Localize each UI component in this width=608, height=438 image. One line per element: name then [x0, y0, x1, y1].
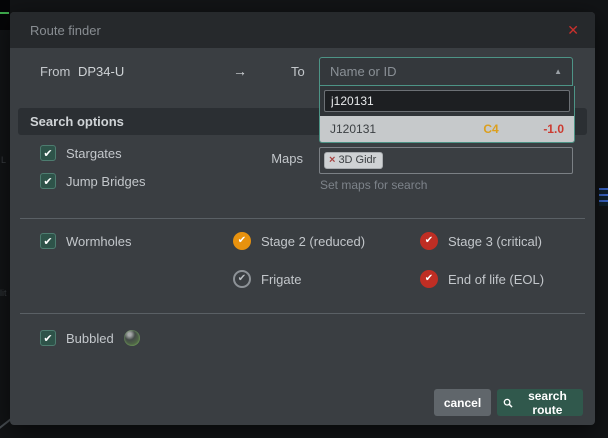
eol-option[interactable]: ✔ End of life (EOL): [420, 270, 544, 288]
map-tag: ×3D Gidr: [324, 152, 383, 169]
bubbled-option[interactable]: ✔ Bubbled: [40, 330, 140, 346]
from-label: From: [40, 64, 70, 79]
backdrop-text-fragment: L: [1, 155, 6, 165]
stargates-option[interactable]: ✔ Stargates: [40, 145, 122, 161]
stage2-label: Stage 2 (reduced): [261, 234, 365, 249]
eol-toggle-icon[interactable]: ✔: [420, 270, 438, 288]
route-finder-dialog: Route finder ✕ From DP34-U → To Name or …: [10, 12, 595, 425]
backdrop-blue-stripes: [599, 188, 608, 206]
maps-label: Maps: [250, 151, 303, 166]
to-system-select[interactable]: Name or ID ▲: [319, 57, 573, 86]
stargates-checkbox[interactable]: ✔: [40, 145, 56, 161]
frigate-label: Frigate: [261, 272, 301, 287]
stage2-option[interactable]: ✔ Stage 2 (reduced): [233, 232, 365, 250]
frigate-option[interactable]: ✔ Frigate: [233, 270, 301, 288]
close-icon[interactable]: ✕: [567, 23, 579, 37]
dialog-footer: cancel search route: [10, 389, 595, 416]
eol-label: End of life (EOL): [448, 272, 544, 287]
dropdown-search-wrap: [320, 86, 574, 116]
stargates-label: Stargates: [66, 146, 122, 161]
wormholes-label: Wormholes: [66, 234, 132, 249]
bubble-icon: [124, 330, 140, 346]
search-icon: [503, 397, 513, 409]
chevron-up-icon: ▲: [554, 67, 562, 76]
backdrop-window-fragment: [0, 0, 10, 30]
to-label: To: [291, 64, 305, 79]
backdrop-text-fragment: lit: [0, 288, 7, 298]
system-result-item[interactable]: J120131 C4 -1.0: [320, 116, 574, 142]
system-search-input[interactable]: [324, 90, 570, 112]
search-options-title: Search options: [30, 114, 124, 129]
stage3-toggle-icon[interactable]: ✔: [420, 232, 438, 250]
section-divider: [20, 218, 585, 219]
result-system-name: J120131: [330, 122, 483, 136]
search-route-label: search route: [518, 389, 577, 417]
bubbled-checkbox[interactable]: ✔: [40, 330, 56, 346]
backdrop-green-line: [0, 12, 9, 14]
jump-bridges-option[interactable]: ✔ Jump Bridges: [40, 173, 145, 189]
to-select-placeholder: Name or ID: [330, 64, 554, 79]
map-tag-label: 3D Gidr: [338, 154, 376, 166]
search-route-button[interactable]: search route: [497, 389, 583, 416]
to-system-dropdown: J120131 C4 -1.0: [319, 86, 575, 143]
wormholes-option[interactable]: ✔ Wormholes: [40, 233, 132, 249]
maps-tag-input[interactable]: ×3D Gidr: [319, 147, 573, 174]
jump-bridges-label: Jump Bridges: [66, 174, 145, 189]
stage2-toggle-icon[interactable]: ✔: [233, 232, 251, 250]
section-divider: [20, 313, 585, 314]
stage3-option[interactable]: ✔ Stage 3 (critical): [420, 232, 542, 250]
wormholes-checkbox[interactable]: ✔: [40, 233, 56, 249]
bubbled-label: Bubbled: [66, 331, 114, 346]
result-system-security: -1.0: [543, 122, 564, 136]
result-system-class: C4: [483, 122, 543, 136]
dialog-title: Route finder: [30, 23, 101, 38]
frigate-toggle-icon[interactable]: ✔: [233, 270, 251, 288]
cancel-button[interactable]: cancel: [434, 389, 491, 416]
jump-bridges-checkbox[interactable]: ✔: [40, 173, 56, 189]
dialog-header: Route finder ✕: [10, 12, 595, 48]
route-endpoints-row: From DP34-U → To Name or ID ▲: [10, 57, 595, 88]
from-system-value: DP34-U: [78, 64, 124, 79]
remove-tag-icon[interactable]: ×: [329, 154, 335, 166]
maps-hint-text: Set maps for search: [320, 178, 427, 192]
stage3-label: Stage 3 (critical): [448, 234, 542, 249]
arrow-right-icon: →: [233, 63, 247, 79]
